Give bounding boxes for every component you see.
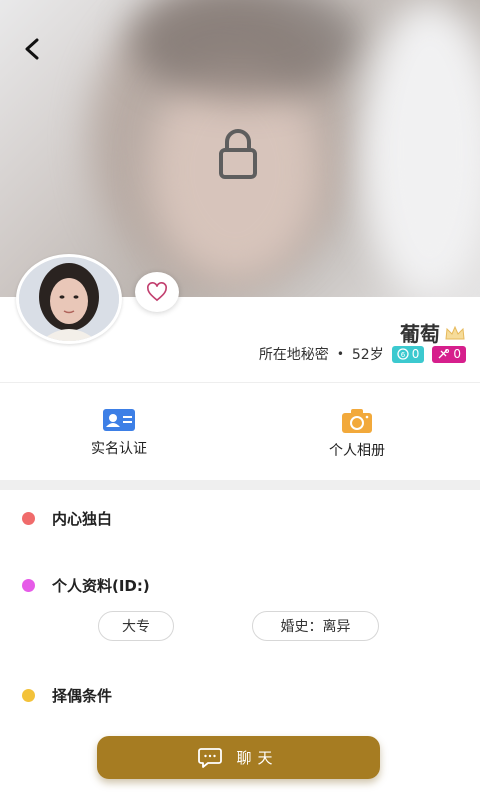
back-arrow-icon bbox=[25, 38, 39, 60]
marital-tag: 婚史：离异 bbox=[252, 611, 379, 641]
back-button[interactable] bbox=[18, 34, 48, 64]
album-button[interactable]: 个人相册 bbox=[297, 408, 417, 460]
education-tag: 大专 bbox=[98, 611, 174, 641]
info-row: 所在地秘密 • 52岁 6 0 0 bbox=[259, 344, 466, 364]
svg-text:6: 6 bbox=[400, 351, 405, 359]
heart-icon bbox=[147, 282, 167, 302]
monologue-title: 内心独白 bbox=[52, 510, 113, 528]
pink-badge-value: 0 bbox=[453, 347, 461, 361]
id-card-icon bbox=[103, 409, 135, 431]
separator-dot: • bbox=[336, 347, 344, 361]
divider bbox=[0, 382, 480, 383]
avatar[interactable] bbox=[16, 254, 122, 344]
blur-shape bbox=[360, 0, 480, 297]
cyan-badge-value: 0 bbox=[411, 347, 420, 361]
age-text: 52岁 bbox=[351, 347, 384, 363]
gift-icon bbox=[438, 349, 450, 359]
pink-dot bbox=[22, 579, 35, 592]
red-dot bbox=[22, 512, 35, 525]
marital-tag-text: 婚史：离异 bbox=[280, 619, 351, 635]
avatar-photo bbox=[19, 257, 119, 341]
cover-photo-blurred bbox=[0, 0, 480, 297]
verify-label: 实名认证 bbox=[91, 441, 147, 457]
album-label: 个人相册 bbox=[329, 443, 385, 459]
lock-icon bbox=[219, 129, 257, 179]
pink-badge: 0 bbox=[432, 345, 466, 363]
profile-title: 个人资料(ID:) bbox=[52, 577, 150, 595]
cyan-badge: 6 0 bbox=[391, 345, 425, 363]
yellow-dot bbox=[22, 689, 35, 702]
chat-label: 聊天 bbox=[236, 749, 279, 767]
section-criteria: 择偶条件 bbox=[22, 685, 112, 706]
chat-button[interactable]: 聊天 bbox=[97, 736, 380, 779]
like-button[interactable] bbox=[135, 272, 179, 312]
section-gap bbox=[0, 480, 480, 490]
name-row: 葡萄 bbox=[400, 318, 466, 347]
camera-icon bbox=[342, 409, 372, 433]
location-text: 所在地秘密 bbox=[258, 347, 329, 363]
coin-icon: 6 bbox=[397, 348, 409, 360]
verify-button[interactable]: 实名认证 bbox=[59, 408, 179, 458]
education-tag-text: 大专 bbox=[122, 619, 150, 635]
chat-bubble-icon bbox=[198, 747, 223, 768]
crown-icon bbox=[445, 325, 465, 339]
section-monologue: 内心独白 bbox=[22, 508, 112, 529]
criteria-title: 择偶条件 bbox=[52, 687, 113, 705]
section-profile: 个人资料(ID:) bbox=[22, 575, 150, 596]
user-name: 葡萄 bbox=[400, 322, 440, 346]
